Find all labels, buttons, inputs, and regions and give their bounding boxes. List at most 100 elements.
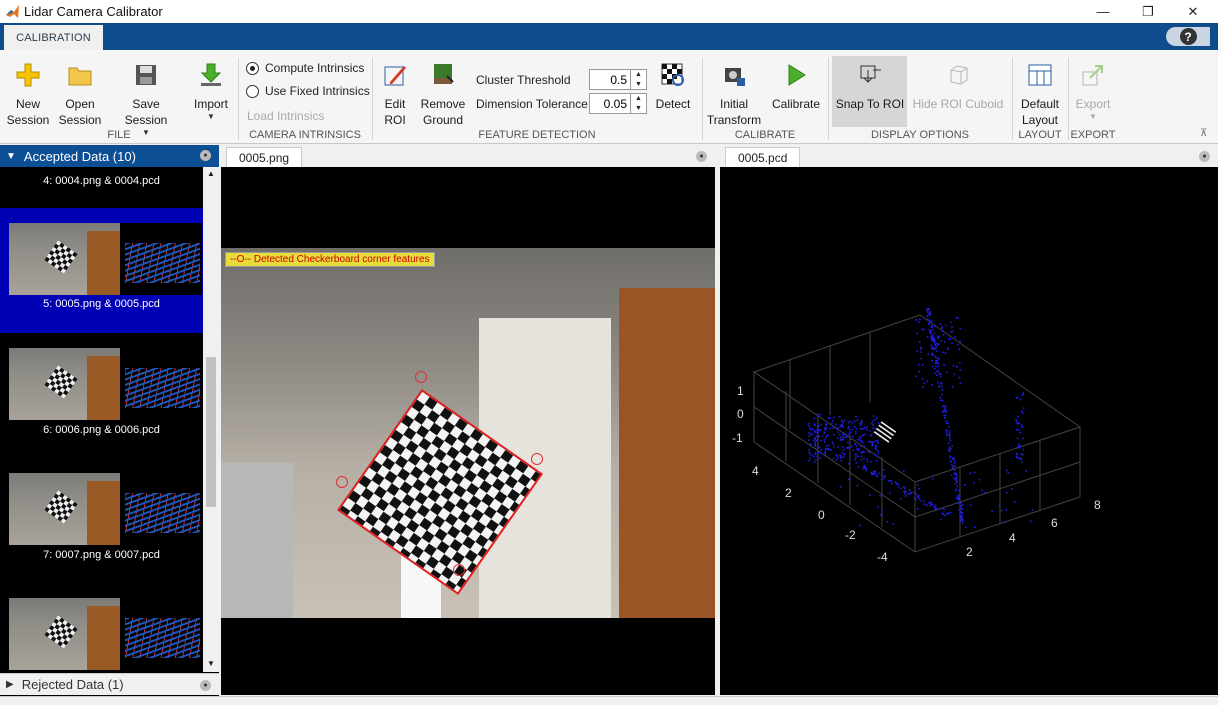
lidar-point — [841, 423, 844, 426]
lidar-point — [946, 434, 948, 437]
lidar-point — [959, 362, 961, 364]
lidar-point — [934, 504, 937, 507]
divider — [1012, 58, 1013, 140]
lidar-point — [942, 508, 945, 510]
scroll-down-icon[interactable]: ▼ — [203, 659, 219, 668]
lidar-point — [935, 356, 937, 359]
lidar-point — [847, 442, 849, 444]
lidar-point — [851, 429, 854, 431]
list-item-label[interactable]: 4: 0004.png & 0004.pcd — [0, 175, 203, 187]
list-item[interactable] — [0, 583, 203, 673]
data-list-scrollbar[interactable]: ▲ ▼ — [203, 167, 219, 672]
lidar-point — [856, 484, 859, 487]
lidar-point — [950, 331, 952, 333]
doc-close-icon[interactable]: ● — [1199, 151, 1210, 162]
lidar-point — [1017, 428, 1020, 431]
scroll-thumb[interactable] — [206, 357, 216, 507]
spin-up-icon[interactable]: ▲ — [631, 94, 646, 104]
lidar-point — [841, 451, 843, 454]
initial-transform-button[interactable]: Initial Transform — [706, 62, 762, 128]
lidar-point — [900, 487, 902, 490]
list-item[interactable]: 6: 0006.png & 0006.pcd — [0, 333, 203, 458]
lidar-point — [814, 438, 816, 440]
lidar-point — [934, 362, 937, 365]
lidar-point — [840, 425, 843, 428]
lidar-point — [820, 439, 822, 442]
lidar-point — [929, 504, 931, 507]
lidar-point — [930, 502, 932, 505]
lidar-point — [1031, 509, 1034, 511]
accepted-data-header[interactable]: ▼ Accepted Data (10) ● — [0, 145, 219, 167]
lidar-point — [951, 467, 954, 469]
lidar-point — [824, 431, 826, 434]
edit-roi-button[interactable]: Edit ROI — [378, 62, 412, 128]
detect-button[interactable]: Detect — [652, 62, 694, 112]
tab-image-file[interactable]: 0005.png — [226, 147, 303, 167]
compute-intrinsics-radio[interactable]: Compute Intrinsics — [246, 61, 364, 75]
default-layout-button[interactable]: Default Layout — [1016, 62, 1064, 128]
lidar-point — [848, 446, 851, 449]
lidar-point — [825, 428, 827, 430]
lidar-point — [941, 326, 943, 328]
lidar-point — [948, 426, 950, 428]
help-button[interactable]: ? — [1166, 27, 1210, 46]
lidar-point — [852, 449, 855, 452]
lidar-point — [1018, 443, 1020, 445]
lidar-point — [903, 486, 905, 488]
hide-roi-cuboid-button[interactable]: Hide ROI Cuboid — [910, 62, 1006, 112]
panel-close-icon[interactable]: ● — [200, 150, 211, 161]
cluster-threshold-input[interactable] — [590, 70, 630, 89]
lidar-point — [856, 419, 858, 421]
lidar-point — [1006, 469, 1008, 472]
scroll-up-icon[interactable]: ▲ — [203, 169, 219, 178]
list-item-selected[interactable]: 5: 0005.png & 0005.pcd — [0, 208, 203, 333]
close-window-button[interactable]: ✕ — [1170, 0, 1216, 23]
new-session-button[interactable]: New Session — [6, 62, 50, 128]
minimize-button[interactable]: — — [1080, 0, 1126, 23]
spin-down-icon[interactable]: ▼ — [631, 104, 646, 114]
restore-button[interactable]: ❐ — [1125, 0, 1171, 23]
spin-up-icon[interactable]: ▲ — [631, 70, 646, 80]
lidar-point — [1019, 431, 1022, 434]
spin-down-icon[interactable]: ▼ — [631, 80, 646, 90]
panel-close-icon[interactable]: ● — [200, 680, 211, 691]
radio-selected-icon — [246, 61, 259, 75]
run-play-icon — [788, 64, 806, 86]
lidar-point — [845, 436, 847, 438]
lidar-point — [991, 510, 993, 512]
lidar-point — [920, 347, 922, 350]
lidar-point — [955, 366, 958, 368]
lidar-point — [955, 474, 958, 476]
import-button[interactable]: Import ▼ — [190, 62, 232, 121]
export-button[interactable]: Export ▼ — [1072, 62, 1114, 121]
fixed-intrinsics-radio[interactable]: Use Fixed Intrinsics — [246, 84, 370, 98]
lidar-point — [851, 421, 854, 424]
lidar-point — [875, 474, 878, 477]
open-session-button[interactable]: Open Session — [58, 62, 102, 128]
lidar-point — [812, 428, 814, 431]
dimension-tolerance-input[interactable] — [590, 94, 630, 113]
load-intrinsics-button[interactable]: Load Intrinsics — [247, 109, 324, 123]
calibrate-button[interactable]: Calibrate — [770, 62, 822, 112]
lidar-point — [816, 455, 818, 458]
lidar-point — [875, 440, 877, 442]
remove-ground-button[interactable]: Remove Ground — [420, 62, 466, 128]
tab-pcd-file[interactable]: 0005.pcd — [725, 147, 801, 167]
rejected-data-header[interactable]: ▶ Rejected Data (1) ● — [0, 673, 219, 695]
dimension-tolerance-spinner[interactable]: ▲▼ — [589, 93, 647, 114]
tab-calibration[interactable]: CALIBRATION — [4, 25, 103, 50]
lidar-point — [904, 493, 906, 495]
lidar-point — [879, 494, 881, 497]
pointcloud-plot: 1 0 -1 4 2 0 -2 -4 2 4 6 8 — [732, 308, 1101, 564]
doc-close-icon[interactable]: ● — [696, 151, 707, 162]
save-session-button[interactable]: Save Session ▼ — [110, 62, 182, 137]
lidar-point — [870, 460, 872, 463]
list-item[interactable]: 7: 0007.png & 0007.pcd — [0, 458, 203, 583]
section-display-options: DISPLAY OPTIONS — [870, 129, 969, 141]
snap-to-roi-button[interactable]: Snap To ROI — [834, 62, 906, 112]
lidar-point — [949, 511, 952, 514]
lidar-point — [809, 453, 811, 455]
lidar-point — [931, 360, 933, 362]
collapse-ribbon-icon[interactable]: ⊼ — [1200, 128, 1207, 139]
cluster-threshold-spinner[interactable]: ▲▼ — [589, 69, 647, 90]
